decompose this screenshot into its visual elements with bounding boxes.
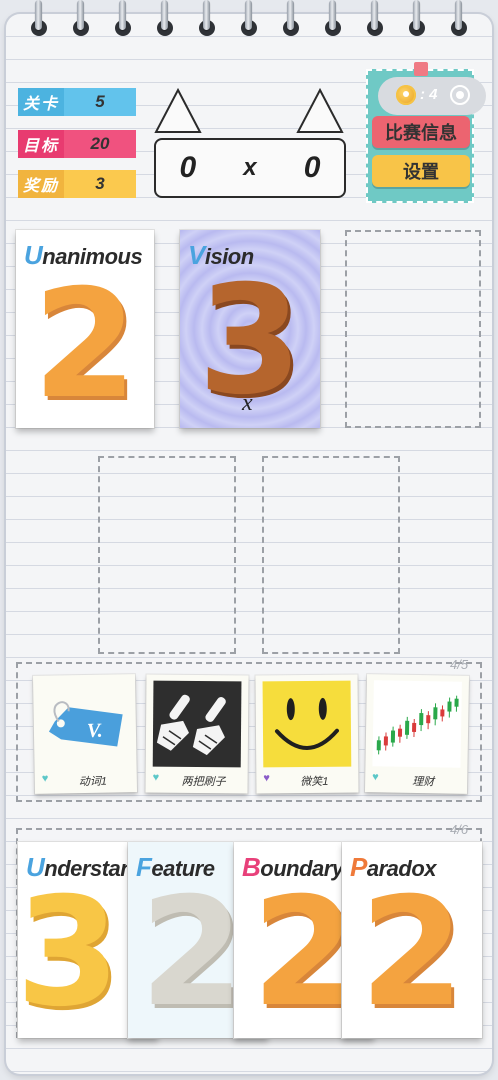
heart-icon: ♥ xyxy=(152,771,160,784)
pin-icon xyxy=(414,62,428,76)
binding-ring xyxy=(72,0,90,38)
hint-label: 两把刷子 xyxy=(181,775,226,789)
reward-tag: 奖励 3 xyxy=(18,170,136,198)
coin-count: : 4 xyxy=(420,86,438,103)
settings-button[interactable]: 设置 xyxy=(372,155,470,187)
empty-card-slot[interactable] xyxy=(345,230,481,428)
hand-zone-count: 4/6 xyxy=(450,822,469,837)
price-tag-icon: V. xyxy=(40,680,129,768)
heart-icon: ♥ xyxy=(263,772,270,785)
play-card-vision[interactable]: Vision 3 x xyxy=(180,230,320,428)
svg-text:V.: V. xyxy=(87,720,103,742)
score-separator: x xyxy=(243,154,257,181)
left-ear-shape xyxy=(154,87,202,133)
reward-value: 3 xyxy=(64,170,136,198)
match-info-button[interactable]: 比赛信息 xyxy=(372,116,470,148)
binding-ring xyxy=(114,0,132,38)
binding-ring xyxy=(408,0,426,38)
stock-chart-icon xyxy=(372,680,462,768)
two-brushes-icon xyxy=(152,680,242,768)
binding-ring xyxy=(198,0,216,38)
hint-label: 理财 xyxy=(412,775,435,789)
binding-ring xyxy=(324,0,342,38)
hint-zone-count: 4/5 xyxy=(450,657,469,672)
level-tag: 关卡 5 xyxy=(18,88,136,116)
score-right: 0 xyxy=(303,151,321,184)
card-number: 2 xyxy=(32,258,138,428)
hint-card-verb[interactable]: V. ♥ 动词1 xyxy=(32,674,138,794)
score-left: 0 xyxy=(179,151,197,184)
empty-card-slot[interactable] xyxy=(262,456,400,654)
hand-card-paradox[interactable]: Paradox 2 xyxy=(342,842,482,1038)
target-tag: 目标 20 xyxy=(18,130,136,158)
target-value: 20 xyxy=(64,130,136,158)
heart-icon: ♥ xyxy=(41,772,49,785)
hint-label: 微笑1 xyxy=(300,775,329,789)
target-icon[interactable] xyxy=(450,85,470,105)
level-value: 5 xyxy=(64,88,136,116)
right-ear-shape xyxy=(296,87,344,133)
binding-ring xyxy=(240,0,258,38)
binding-ring xyxy=(30,0,48,38)
card-number: 2 xyxy=(359,866,465,1038)
card-mark: x xyxy=(242,390,253,416)
binding-ring xyxy=(282,0,300,38)
hint-label: 动词1 xyxy=(78,775,108,789)
hint-card-smile[interactable]: ♥ 微笑1 xyxy=(255,674,359,794)
score-board: 0 x 0 xyxy=(154,138,346,198)
coin-icon xyxy=(396,85,416,105)
empty-card-slot[interactable] xyxy=(98,456,236,654)
play-card-unanimous[interactable]: Unanimous 2 xyxy=(16,230,154,428)
target-label: 目标 xyxy=(18,130,64,158)
level-label: 关卡 xyxy=(18,88,64,116)
binding-ring xyxy=(366,0,384,38)
heart-icon: ♥ xyxy=(372,771,379,784)
reward-label: 奖励 xyxy=(18,170,64,198)
hint-card-brushes[interactable]: ♥ 两把刷子 xyxy=(145,674,249,794)
smiley-face-icon xyxy=(262,680,352,768)
hint-card-finance[interactable]: ♥ 理财 xyxy=(364,674,470,794)
binding-ring xyxy=(450,0,468,38)
binding-ring xyxy=(156,0,174,38)
